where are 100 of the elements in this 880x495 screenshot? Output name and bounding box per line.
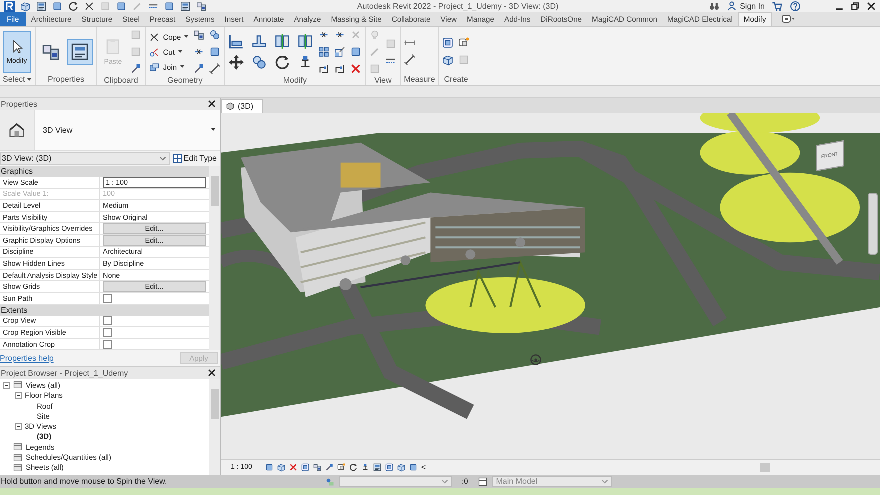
- properties-icon[interactable]: [36, 0, 47, 12]
- assembly-icon[interactable]: [458, 37, 470, 49]
- close-icon[interactable]: [867, 2, 876, 10]
- panel-title: Properties: [1, 100, 38, 108]
- array-icon[interactable]: [318, 46, 330, 58]
- tool-icon[interactable]: [116, 0, 127, 12]
- mirror-icon[interactable]: [274, 33, 292, 50]
- help-icon[interactable]: [790, 0, 801, 12]
- copy-icon[interactable]: [251, 54, 268, 71]
- group-header[interactable]: Extents: [1, 306, 28, 315]
- panel-label[interactable]: Select: [3, 74, 32, 85]
- status-message: Hold button and move mouse to Spin the View.: [1, 477, 168, 486]
- parts-icon[interactable]: [385, 463, 394, 472]
- checkbox[interactable]: [103, 340, 112, 349]
- box-icon[interactable]: [277, 463, 286, 472]
- measure-icon[interactable]: [209, 63, 222, 75]
- orbit-cursor-icon: [529, 353, 543, 367]
- box-icon[interactable]: [397, 463, 406, 472]
- window-title: Autodesk Revit 2022 - Project_1_Udemy - 3D View: (3D): [356, 2, 560, 10]
- scrollbar[interactable]: [209, 166, 220, 350]
- move-arrows-icon[interactable]: [228, 54, 246, 71]
- panel-label: Clipboard: [103, 75, 140, 85]
- scale-icon[interactable]: [334, 46, 346, 58]
- close-icon[interactable]: [208, 369, 216, 378]
- rotate-icon[interactable]: [274, 54, 292, 71]
- checkbox[interactable]: [103, 328, 112, 337]
- rotate-icon[interactable]: [349, 463, 358, 472]
- chevron-down-icon: [442, 480, 448, 484]
- rotate-icon[interactable]: [68, 0, 79, 12]
- views-icon: [13, 380, 23, 390]
- checkbox[interactable]: [103, 316, 112, 326]
- caret-icon: [180, 65, 185, 69]
- tool-icon[interactable]: [265, 463, 274, 472]
- cart-icon[interactable]: [772, 0, 783, 12]
- offset-icon[interactable]: [251, 33, 268, 50]
- collapse-toggle-icon[interactable]: [15, 392, 22, 400]
- paint-icon[interactable]: [325, 463, 334, 472]
- box-icon[interactable]: [442, 54, 454, 66]
- properties-help-link[interactable]: Properties help: [0, 354, 54, 363]
- copy-icon[interactable]: [209, 29, 222, 41]
- type-properties-icon[interactable]: [313, 463, 322, 472]
- type-properties-icon[interactable]: [196, 0, 207, 12]
- properties-icon[interactable]: [70, 42, 90, 62]
- close-icon[interactable]: [208, 100, 216, 108]
- scissors-icon: [149, 46, 160, 58]
- views-icon: [13, 462, 23, 473]
- collapse-toggle-icon[interactable]: [3, 382, 10, 389]
- measure-icon[interactable]: [404, 54, 416, 66]
- box-icon[interactable]: [20, 0, 31, 12]
- restore-icon[interactable]: [851, 2, 860, 10]
- edit-type-button[interactable]: Edit Type: [172, 154, 217, 163]
- parts-icon[interactable]: [442, 37, 454, 49]
- panel-title: Project Browser - Project_1_Udemy: [1, 368, 128, 378]
- panel-label: Geometry: [166, 75, 204, 85]
- app-logo-icon[interactable]: [4, 0, 15, 12]
- group-header[interactable]: Graphics: [1, 167, 34, 176]
- tool-icon[interactable]: [52, 0, 63, 12]
- pin-icon[interactable]: [361, 463, 370, 472]
- panel-label: Modify: [282, 75, 308, 85]
- align-icon[interactable]: [228, 33, 246, 50]
- type-selector[interactable]: 3D View: [0, 110, 220, 151]
- tool-icon[interactable]: [164, 0, 175, 12]
- caret-icon: [184, 35, 190, 39]
- panel-label: Measure: [404, 74, 436, 85]
- cube-icon: [226, 102, 235, 111]
- views-icon: [13, 452, 23, 463]
- panel-label: Create: [443, 74, 470, 85]
- trim-icon[interactable]: [334, 63, 346, 75]
- type-properties-icon[interactable]: [193, 29, 206, 41]
- filter-icon[interactable]: [478, 476, 488, 486]
- house-icon: [8, 121, 26, 139]
- document-tab[interactable]: (3D): [221, 99, 263, 113]
- collapse-toggle-icon[interactable]: [15, 423, 22, 430]
- properties-icon[interactable]: [180, 0, 191, 12]
- instance-dropdown[interactable]: 3D View: (3D): [0, 152, 170, 165]
- user-icon: [727, 1, 738, 11]
- checkbox[interactable]: [103, 294, 112, 303]
- scrollbar[interactable]: [209, 379, 220, 475]
- parts-icon[interactable]: [301, 463, 310, 472]
- delete-icon[interactable]: [350, 63, 362, 75]
- mirror-icon[interactable]: [297, 33, 314, 50]
- binoculars-icon[interactable]: [709, 0, 720, 12]
- sign-in-button[interactable]: Sign In: [727, 1, 765, 11]
- chevron-down-icon[interactable]: [160, 156, 166, 160]
- caret-icon[interactable]: [211, 128, 216, 132]
- tool-icon[interactable]: [350, 46, 362, 58]
- delete-icon[interactable]: [289, 463, 298, 472]
- workset-icon[interactable]: [325, 476, 335, 486]
- panel-label: Properties: [47, 74, 86, 85]
- assembly-icon[interactable]: [337, 463, 346, 472]
- paint-icon[interactable]: [130, 63, 142, 75]
- tool-icon[interactable]: [409, 463, 418, 472]
- expand-toolbar-button[interactable]: <: [421, 463, 426, 472]
- paint-icon[interactable]: [193, 63, 206, 75]
- scrollbar[interactable]: [760, 463, 770, 472]
- type-grid-icon: [172, 154, 182, 163]
- tool-icon[interactable]: [209, 46, 222, 58]
- caret-icon[interactable]: [27, 78, 32, 82]
- trim-icon[interactable]: [318, 63, 330, 75]
- properties-icon[interactable]: [373, 463, 382, 472]
